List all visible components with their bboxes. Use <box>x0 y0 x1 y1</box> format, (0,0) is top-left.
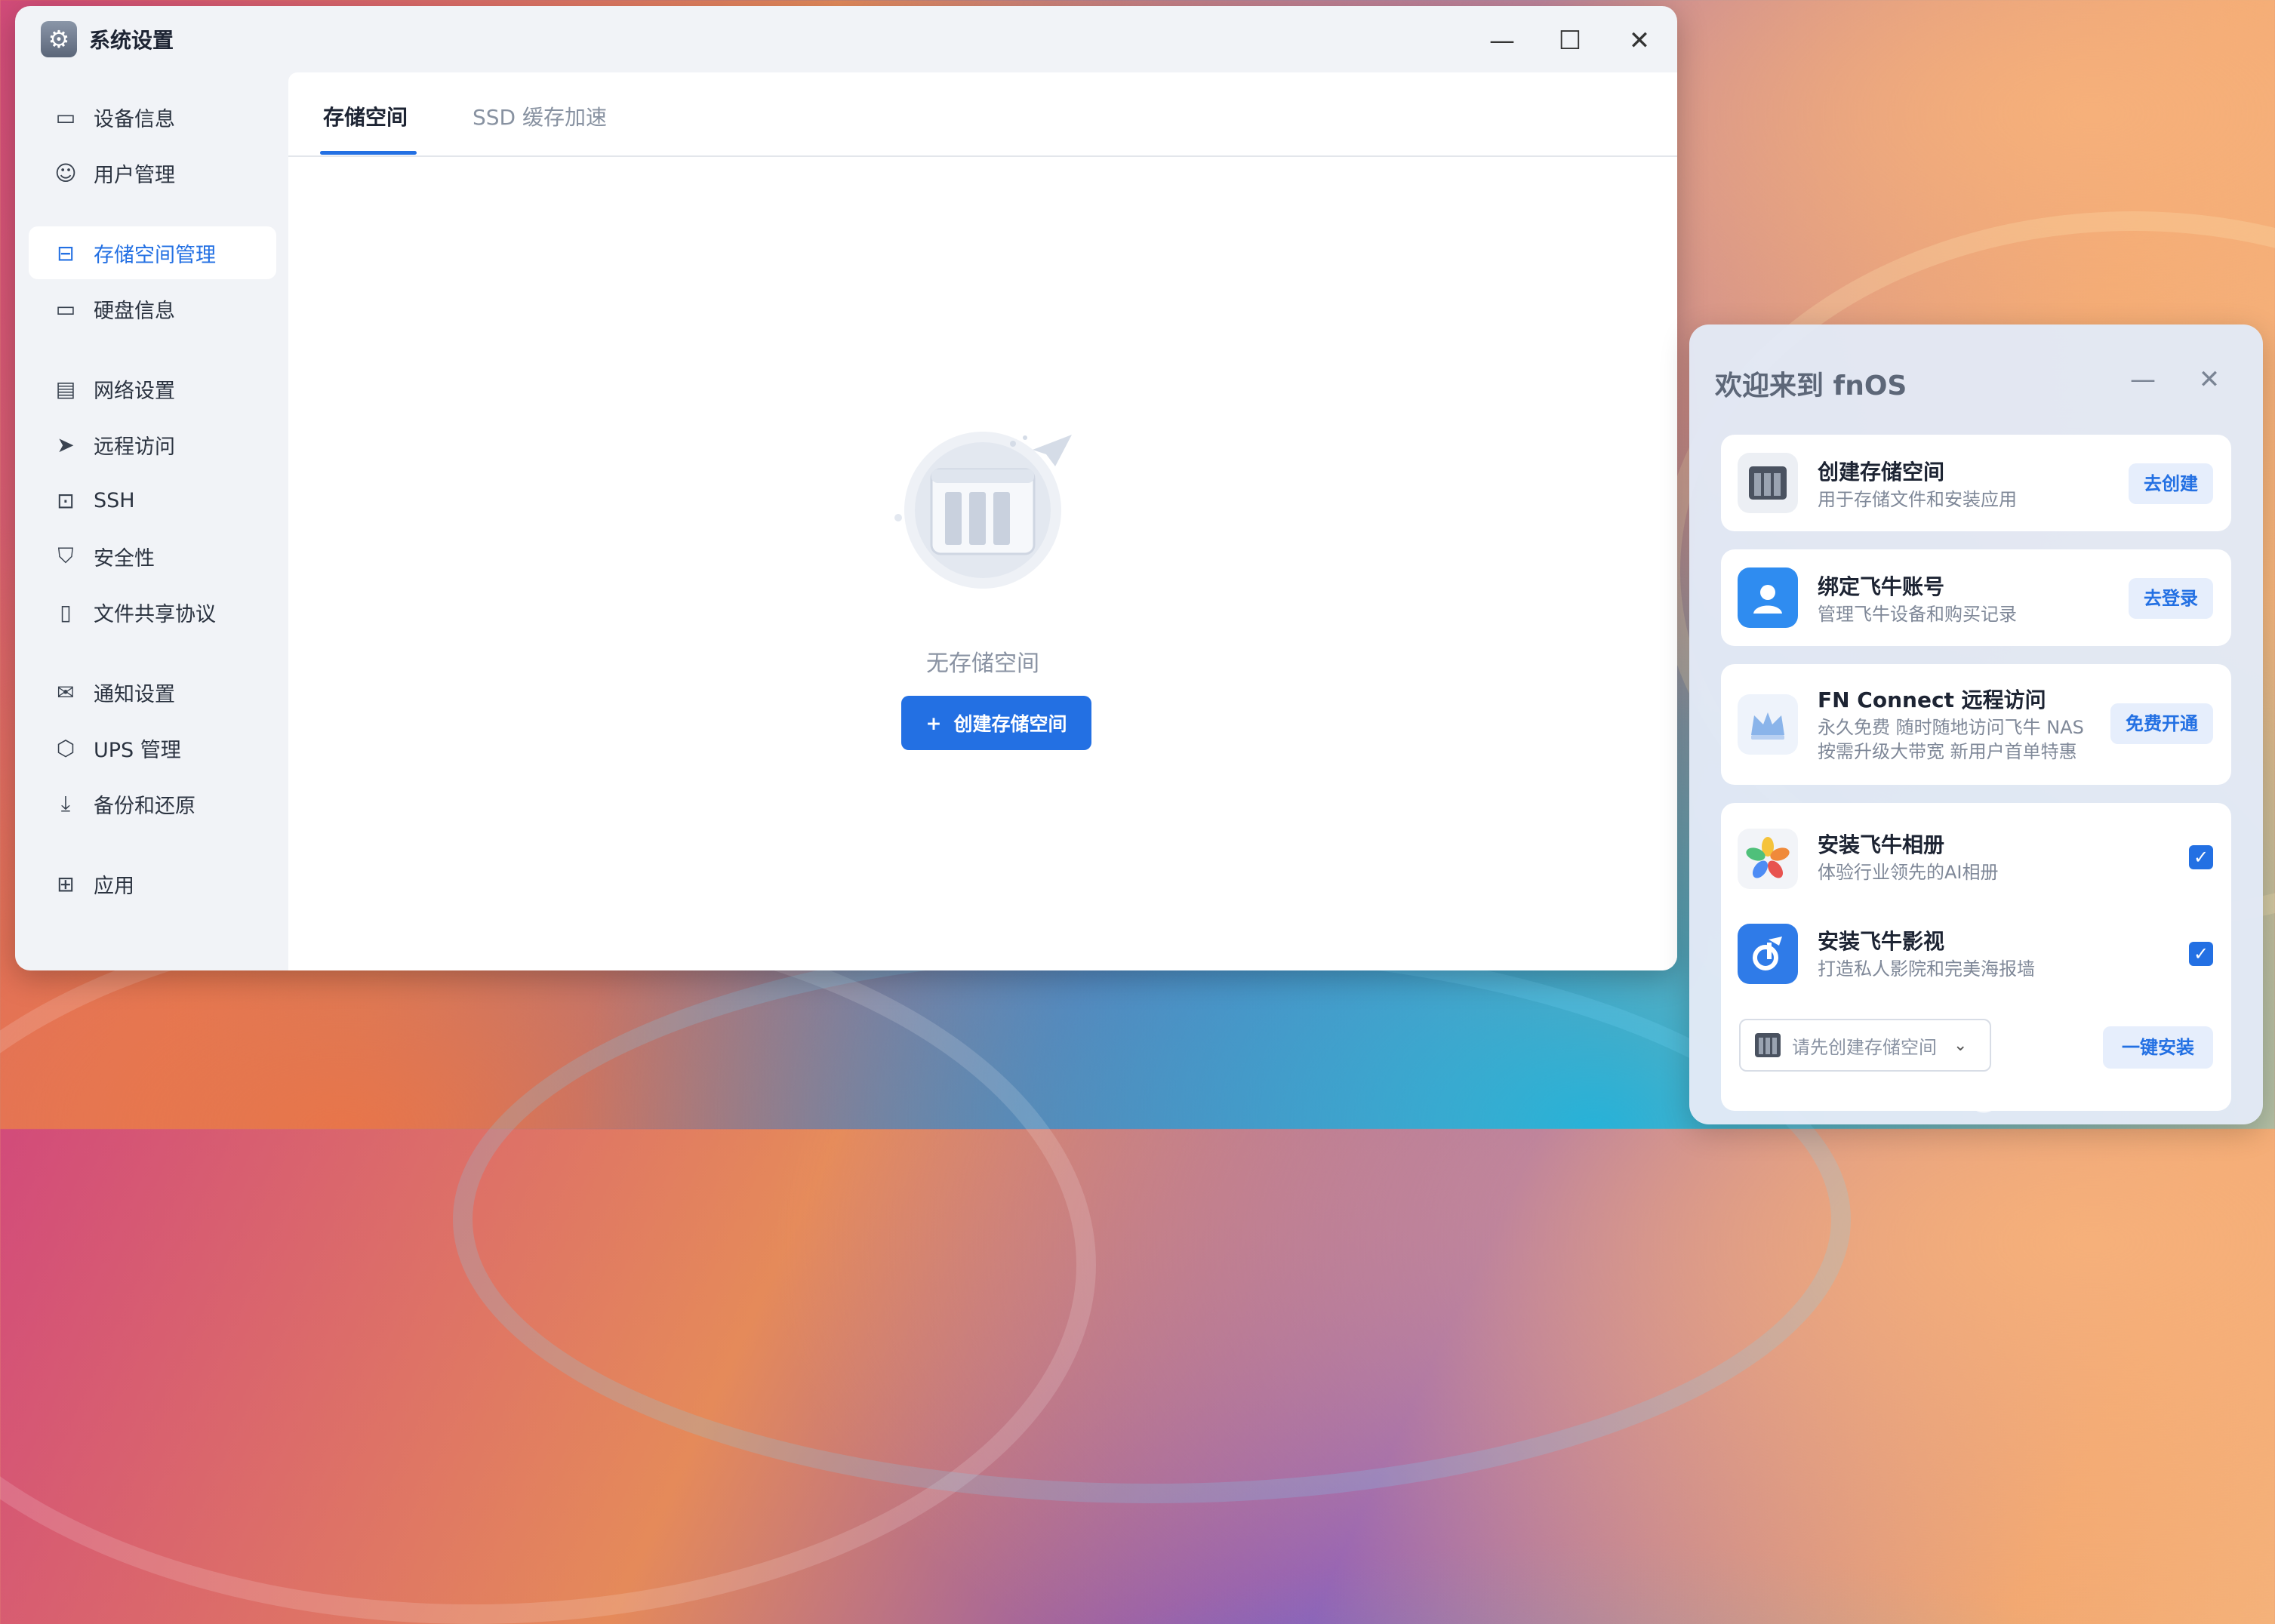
sidebar-item-label: 用户管理 <box>94 163 175 187</box>
sidebar-item-label: 文件共享协议 <box>94 602 216 626</box>
maximize-button[interactable]: ☐ <box>1549 20 1591 62</box>
welcome-title: 欢迎来到 fnOS <box>1715 371 1907 401</box>
tab-storage[interactable]: 存储空间 <box>323 101 408 131</box>
photos-icon <box>1738 829 1798 889</box>
card-subtitle: 用于存储文件和安装应用 <box>1818 489 2017 510</box>
storage-select-value: 请先创建存储空间 <box>1792 1036 1937 1058</box>
card-title: FN Connect 远程访问 <box>1818 687 2046 712</box>
window-title: 系统设置 <box>89 28 174 53</box>
sidebar-item-remote[interactable]: ➤ 远程访问 <box>29 418 276 471</box>
remote-icon: ➤ <box>57 432 75 457</box>
sidebar-item-label: SSH <box>94 488 135 512</box>
sidebar-item-ups[interactable]: ⬡ UPS 管理 <box>29 721 276 774</box>
sidebar-item-label: 应用 <box>94 874 134 898</box>
plus-icon: + <box>925 712 942 734</box>
user-icon: ☺ <box>54 160 77 186</box>
go-login-button[interactable]: 去登录 <box>2129 578 2213 619</box>
file-share-icon: ▯ <box>60 599 72 625</box>
minimize-button[interactable]: — <box>1481 20 1523 62</box>
empty-state-text: 无存储空间 <box>926 651 1039 677</box>
tab-bar: 存储空间 SSD 缓存加速 <box>288 72 1677 157</box>
title-bar[interactable]: ⚙ 系统设置 — ☐ ✕ <box>15 6 1677 72</box>
device-icon: ▭ <box>55 104 76 130</box>
shield-icon: ⛉ <box>57 543 74 568</box>
storage-server-icon <box>1755 1033 1781 1057</box>
sidebar-item-storage[interactable]: ⊟ 存储空间管理 <box>29 226 276 279</box>
install-photos-subtitle: 体验行业领先的AI相册 <box>1818 862 1999 883</box>
storage-icon: ⊟ <box>57 240 75 266</box>
network-icon: ▤ <box>55 376 76 401</box>
video-icon <box>1738 924 1798 984</box>
free-activate-button[interactable]: 免费开通 <box>2110 703 2213 744</box>
empty-storage-illustration <box>894 432 1072 589</box>
sidebar-item-label: 存储空间管理 <box>94 243 216 267</box>
install-photos-title: 安装飞牛相册 <box>1818 832 1945 857</box>
settings-gear-icon: ⚙ <box>41 21 77 57</box>
disk-icon: ▭ <box>55 296 76 321</box>
sidebar-item-apps[interactable]: ⊞ 应用 <box>29 857 276 910</box>
sidebar-item-label: 安全性 <box>94 546 155 571</box>
storage-server-icon <box>1738 453 1798 513</box>
card-subtitle: 管理飞牛设备和购买记录 <box>1818 604 2017 625</box>
card-create-storage: 创建存储空间 用于存储文件和安装应用 去创建 <box>1721 435 2231 531</box>
welcome-close-button[interactable]: ✕ <box>2190 361 2228 398</box>
card-subtitle: 永久免费 随时随地访问飞牛 NAS <box>1818 717 2084 738</box>
sidebar-item-label: 通知设置 <box>94 682 175 706</box>
watermark: CSDN @老码农Simon <box>1851 1073 2224 1115</box>
card-subtitle-2: 按需升级大带宽 新用户首单特惠 <box>1818 741 2077 762</box>
main-content: 存储空间 SSD 缓存加速 无存储空间 + 创建存储空间 <box>288 72 1677 970</box>
install-video-subtitle: 打造私人影院和完美海报墙 <box>1818 958 2035 980</box>
apps-icon: ⊞ <box>57 871 75 897</box>
welcome-panel: 欢迎来到 fnOS — ✕ 创建存储空间 用于存储文件和安装应用 去创建 绑定飞… <box>1689 324 2263 1124</box>
sidebar-item-ssh[interactable]: ⊡ SSH <box>29 474 276 527</box>
card-title: 创建存储空间 <box>1818 460 1945 484</box>
sidebar-item-security[interactable]: ⛉ 安全性 <box>29 530 276 583</box>
active-tab-indicator <box>320 151 417 155</box>
account-icon <box>1738 567 1798 628</box>
go-create-button[interactable]: 去创建 <box>2129 463 2213 504</box>
sidebar-item-device-info[interactable]: ▭ 设备信息 <box>29 91 276 143</box>
close-button[interactable]: ✕ <box>1618 20 1661 62</box>
sidebar-item-notifications[interactable]: ✉ 通知设置 <box>29 666 276 718</box>
sidebar-item-label: 硬盘信息 <box>94 299 175 323</box>
one-click-install-button[interactable]: 一键安装 <box>2103 1026 2213 1069</box>
tab-ssd-cache[interactable]: SSD 缓存加速 <box>473 101 607 131</box>
sidebar-item-disk[interactable]: ▭ 硬盘信息 <box>29 282 276 335</box>
card-fn-connect: FN Connect 远程访问 永久免费 随时随地访问飞牛 NAS 按需升级大带… <box>1721 664 2231 785</box>
create-storage-label: 创建存储空间 <box>953 713 1067 735</box>
sidebar-item-label: 远程访问 <box>94 435 175 459</box>
sidebar-item-users[interactable]: ☺ 用户管理 <box>29 146 276 199</box>
sidebar-item-network[interactable]: ▤ 网络设置 <box>29 362 276 415</box>
sidebar: ▭ 设备信息 ☺ 用户管理 ⊟ 存储空间管理 ▭ 硬盘信息 ▤ 网络设置 ➤ 远… <box>15 72 288 970</box>
chevron-down-icon: ⌄ <box>1953 1035 1968 1055</box>
welcome-minimize-button[interactable]: — <box>2124 361 2162 398</box>
sidebar-item-backup[interactable]: ⤓ 备份和还原 <box>29 777 276 830</box>
sidebar-item-label: 备份和还原 <box>94 794 195 818</box>
sidebar-item-label: 设备信息 <box>94 107 175 131</box>
install-photos-checkbox[interactable]: ✓ <box>2189 845 2213 869</box>
mail-icon: ✉ <box>57 679 75 705</box>
card-title: 绑定飞牛账号 <box>1818 574 1945 599</box>
backup-icon: ⤓ <box>60 791 71 816</box>
ssh-icon: ⊡ <box>57 488 75 513</box>
sidebar-item-label: 网络设置 <box>94 379 175 403</box>
ups-icon: ⬡ <box>56 735 75 761</box>
install-video-checkbox[interactable]: ✓ <box>2189 942 2213 966</box>
sidebar-item-label: UPS 管理 <box>94 738 181 762</box>
card-bind-account: 绑定飞牛账号 管理飞牛设备和购买记录 去登录 <box>1721 549 2231 646</box>
settings-window: ⚙ 系统设置 — ☐ ✕ ▭ 设备信息 ☺ 用户管理 ⊟ 存储空间管理 ▭ 硬盘… <box>15 6 1677 970</box>
sidebar-item-file-share[interactable]: ▯ 文件共享协议 <box>29 586 276 638</box>
create-storage-button[interactable]: + 创建存储空间 <box>901 696 1091 750</box>
crown-icon <box>1738 694 1798 755</box>
install-video-title: 安装飞牛影视 <box>1818 929 1945 954</box>
